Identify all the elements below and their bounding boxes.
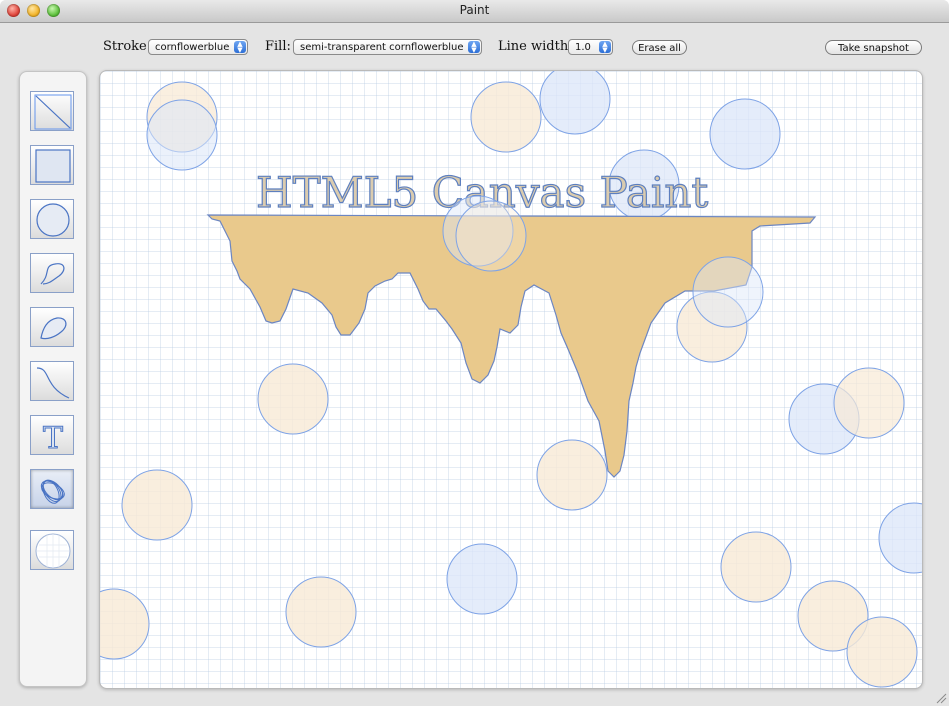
- line-width-value: 1.0: [575, 42, 591, 53]
- canvas-drawing: HTML5 Canvas Paint: [100, 71, 922, 688]
- bubble-shape: [720, 531, 792, 603]
- svg-text:T: T: [43, 421, 63, 456]
- text-tool-button[interactable]: T: [30, 415, 74, 457]
- circle-tool-icon: [36, 203, 70, 237]
- bubble-shape: [470, 81, 542, 153]
- bubble-shape: [539, 71, 611, 135]
- bubble-shape: [146, 99, 218, 171]
- toolbar: Stroke: cornflowerblue ▲ ▼ Fill: semi-tra…: [0, 23, 949, 67]
- path-tool-button[interactable]: [30, 253, 74, 293]
- select-arrows-icon: ▲ ▼: [468, 41, 480, 54]
- fill-select[interactable]: semi-transparent cornflowerblue ▲ ▼: [293, 39, 482, 55]
- eraser-tool-icon: [35, 533, 71, 569]
- take-snapshot-button[interactable]: Take snapshot: [825, 40, 922, 55]
- window-title: Paint: [459, 3, 490, 17]
- line-tool-button[interactable]: [30, 91, 74, 131]
- spirograph-tool-button[interactable]: [30, 469, 74, 509]
- bubble-shape: [257, 363, 329, 435]
- bubble-shape: [709, 98, 781, 170]
- closed-path-tool-button[interactable]: [30, 307, 74, 347]
- stroke-select-value: cornflowerblue: [155, 42, 230, 53]
- resize-handle-icon[interactable]: [935, 692, 947, 704]
- circle-tool-button[interactable]: [30, 199, 74, 239]
- tool-palette: T: [19, 71, 87, 687]
- curve-tool-button[interactable]: [30, 361, 74, 401]
- bubble-shape: [692, 256, 764, 328]
- drawing-canvas[interactable]: HTML5 Canvas Paint: [99, 70, 923, 689]
- text-tool-icon: T: [42, 421, 63, 457]
- stroke-select[interactable]: cornflowerblue ▲ ▼: [148, 39, 248, 55]
- fill-label: Fill:: [265, 39, 291, 54]
- select-arrows-icon: ▲ ▼: [599, 41, 611, 54]
- fill-select-value: semi-transparent cornflowerblue: [300, 42, 464, 53]
- rectangle-tool-button[interactable]: [30, 145, 74, 185]
- title-bar: Paint: [0, 0, 949, 23]
- path-tool-icon: [40, 263, 65, 285]
- bubble-shape: [455, 200, 527, 272]
- bubble-shape: [833, 367, 905, 439]
- spirograph-tool-icon: [40, 479, 65, 504]
- bubble-shape: [846, 616, 918, 688]
- stroke-label: Stroke:: [103, 39, 152, 54]
- bubble-shape: [100, 588, 150, 660]
- bubble-shape: [285, 576, 357, 648]
- curve-tool-icon: [36, 367, 70, 399]
- erase-all-button[interactable]: Erase all: [632, 40, 687, 55]
- paint-window: Paint Stroke: cornflowerblue ▲ ▼ Fill: se…: [0, 0, 949, 706]
- line-tool-icon: [34, 94, 72, 130]
- bubble-shape: [446, 543, 518, 615]
- line-width-select[interactable]: 1.0 ▲ ▼: [568, 39, 613, 55]
- closed-path-tool-icon: [40, 317, 67, 340]
- bubble-shape: [878, 502, 922, 574]
- eraser-tool-button[interactable]: [30, 530, 74, 570]
- select-arrows-icon: ▲ ▼: [234, 41, 246, 54]
- line-width-label: Line width:: [498, 39, 573, 54]
- bubble-shape: [121, 469, 193, 541]
- bubble-shape: [536, 439, 608, 511]
- rectangle-tool-icon: [35, 149, 71, 183]
